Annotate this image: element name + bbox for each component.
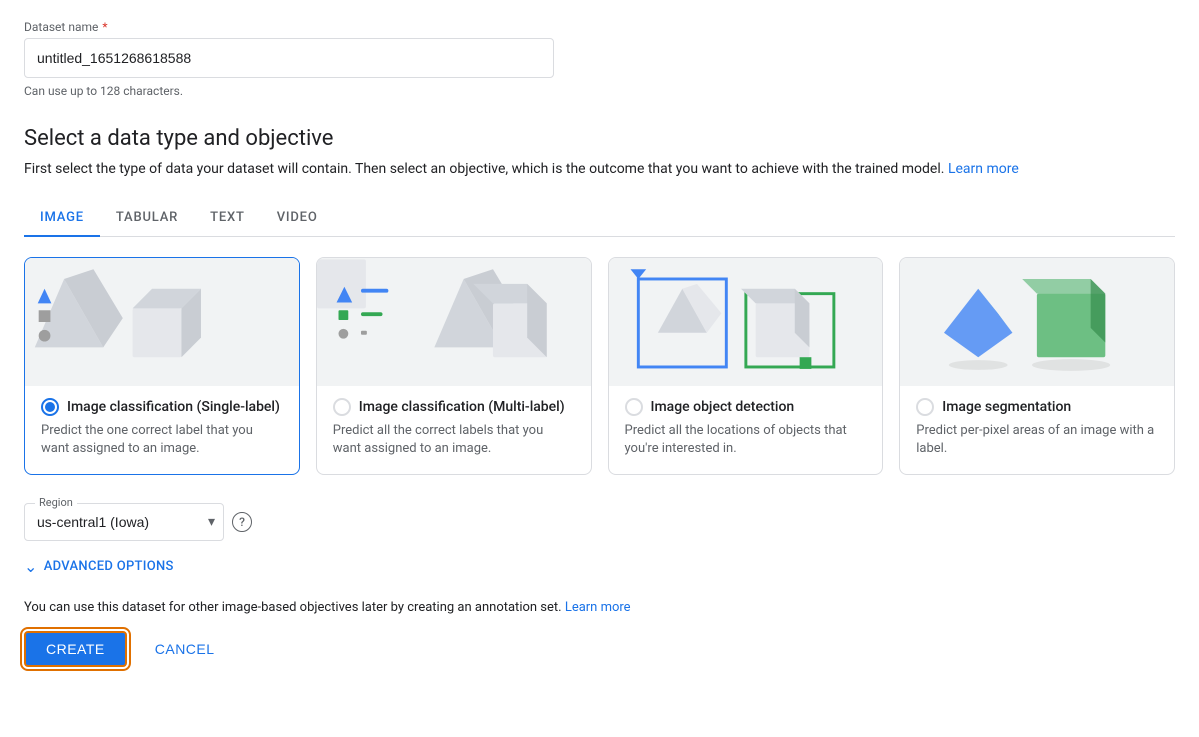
card-multi-label-image — [317, 258, 591, 386]
region-legend: Region — [35, 496, 77, 509]
section-description: First select the type of data your datas… — [24, 159, 1175, 180]
footer-learn-more-link[interactable]: Learn more — [565, 600, 631, 615]
chevron-down-icon: ⌄ — [24, 557, 38, 576]
tab-video[interactable]: VIDEO — [261, 200, 334, 237]
card-segmentation-body: Image segmentation Predict per-pixel are… — [900, 386, 1174, 474]
tab-image[interactable]: IMAGE — [24, 200, 100, 237]
card-segmentation-image — [900, 258, 1174, 386]
dataset-name-hint: Can use up to 128 characters. — [24, 84, 1175, 98]
card-multi-label[interactable]: Image classification (Multi-label) Predi… — [316, 257, 592, 475]
section-learn-more-link[interactable]: Learn more — [948, 161, 1019, 177]
dataset-name-wrapper — [24, 38, 1175, 78]
radio-multi-label[interactable] — [333, 398, 351, 416]
card-single-label-title: Image classification (Single-label) — [67, 399, 280, 415]
section-title: Select a data type and objective — [24, 126, 1175, 151]
dataset-name-label: Dataset name* — [24, 20, 1175, 34]
card-single-label-desc: Predict the one correct label that you w… — [41, 422, 283, 458]
card-segmentation-desc: Predict per-pixel areas of an image with… — [916, 422, 1158, 458]
footer-description: You can use this dataset for other image… — [24, 600, 1175, 615]
card-object-detection-body: Image object detection Predict all the l… — [609, 386, 883, 474]
dataset-name-input[interactable] — [24, 38, 554, 78]
region-help-icon[interactable]: ? — [232, 512, 252, 532]
radio-segmentation[interactable] — [916, 398, 934, 416]
card-object-detection-desc: Predict all the locations of objects tha… — [625, 422, 867, 458]
tab-tabular[interactable]: TABULAR — [100, 200, 194, 237]
region-section: Region us-central1 (Iowa) us-east1 (Sout… — [24, 503, 1175, 541]
card-multi-label-desc: Predict all the correct labels that you … — [333, 422, 575, 458]
radio-object-detection[interactable] — [625, 398, 643, 416]
tab-text[interactable]: TEXT — [194, 200, 261, 237]
region-select[interactable]: us-central1 (Iowa) us-east1 (South Carol… — [25, 504, 223, 540]
card-segmentation[interactable]: Image segmentation Predict per-pixel are… — [899, 257, 1175, 475]
card-single-label-image — [25, 258, 299, 386]
card-object-detection-title: Image object detection — [651, 399, 795, 415]
advanced-options-toggle[interactable]: ⌄ ADVANCED OPTIONS — [24, 557, 1175, 576]
card-object-detection-image — [609, 258, 883, 386]
advanced-options-label: ADVANCED OPTIONS — [44, 559, 174, 574]
region-select-wrapper: Region us-central1 (Iowa) us-east1 (Sout… — [24, 503, 1175, 541]
card-single-label[interactable]: Image classification (Single-label) Pred… — [24, 257, 300, 475]
card-object-detection[interactable]: Image object detection Predict all the l… — [608, 257, 884, 475]
card-multi-label-title: Image classification (Multi-label) — [359, 399, 565, 415]
region-fieldset: Region us-central1 (Iowa) us-east1 (Sout… — [24, 503, 224, 541]
card-segmentation-title: Image segmentation — [942, 399, 1071, 415]
cancel-button[interactable]: CANCEL — [139, 633, 231, 665]
card-multi-label-body: Image classification (Multi-label) Predi… — [317, 386, 591, 474]
create-button[interactable]: CREATE — [24, 631, 127, 667]
data-type-tabs: IMAGE TABULAR TEXT VIDEO — [24, 200, 1175, 237]
footer-buttons: CREATE CANCEL — [24, 631, 1175, 667]
objective-cards-grid: Image classification (Single-label) Pred… — [24, 257, 1175, 475]
radio-single-label[interactable] — [41, 398, 59, 416]
card-single-label-body: Image classification (Single-label) Pred… — [25, 386, 299, 474]
dataset-name-section: Dataset name* Can use up to 128 characte… — [24, 20, 1175, 98]
